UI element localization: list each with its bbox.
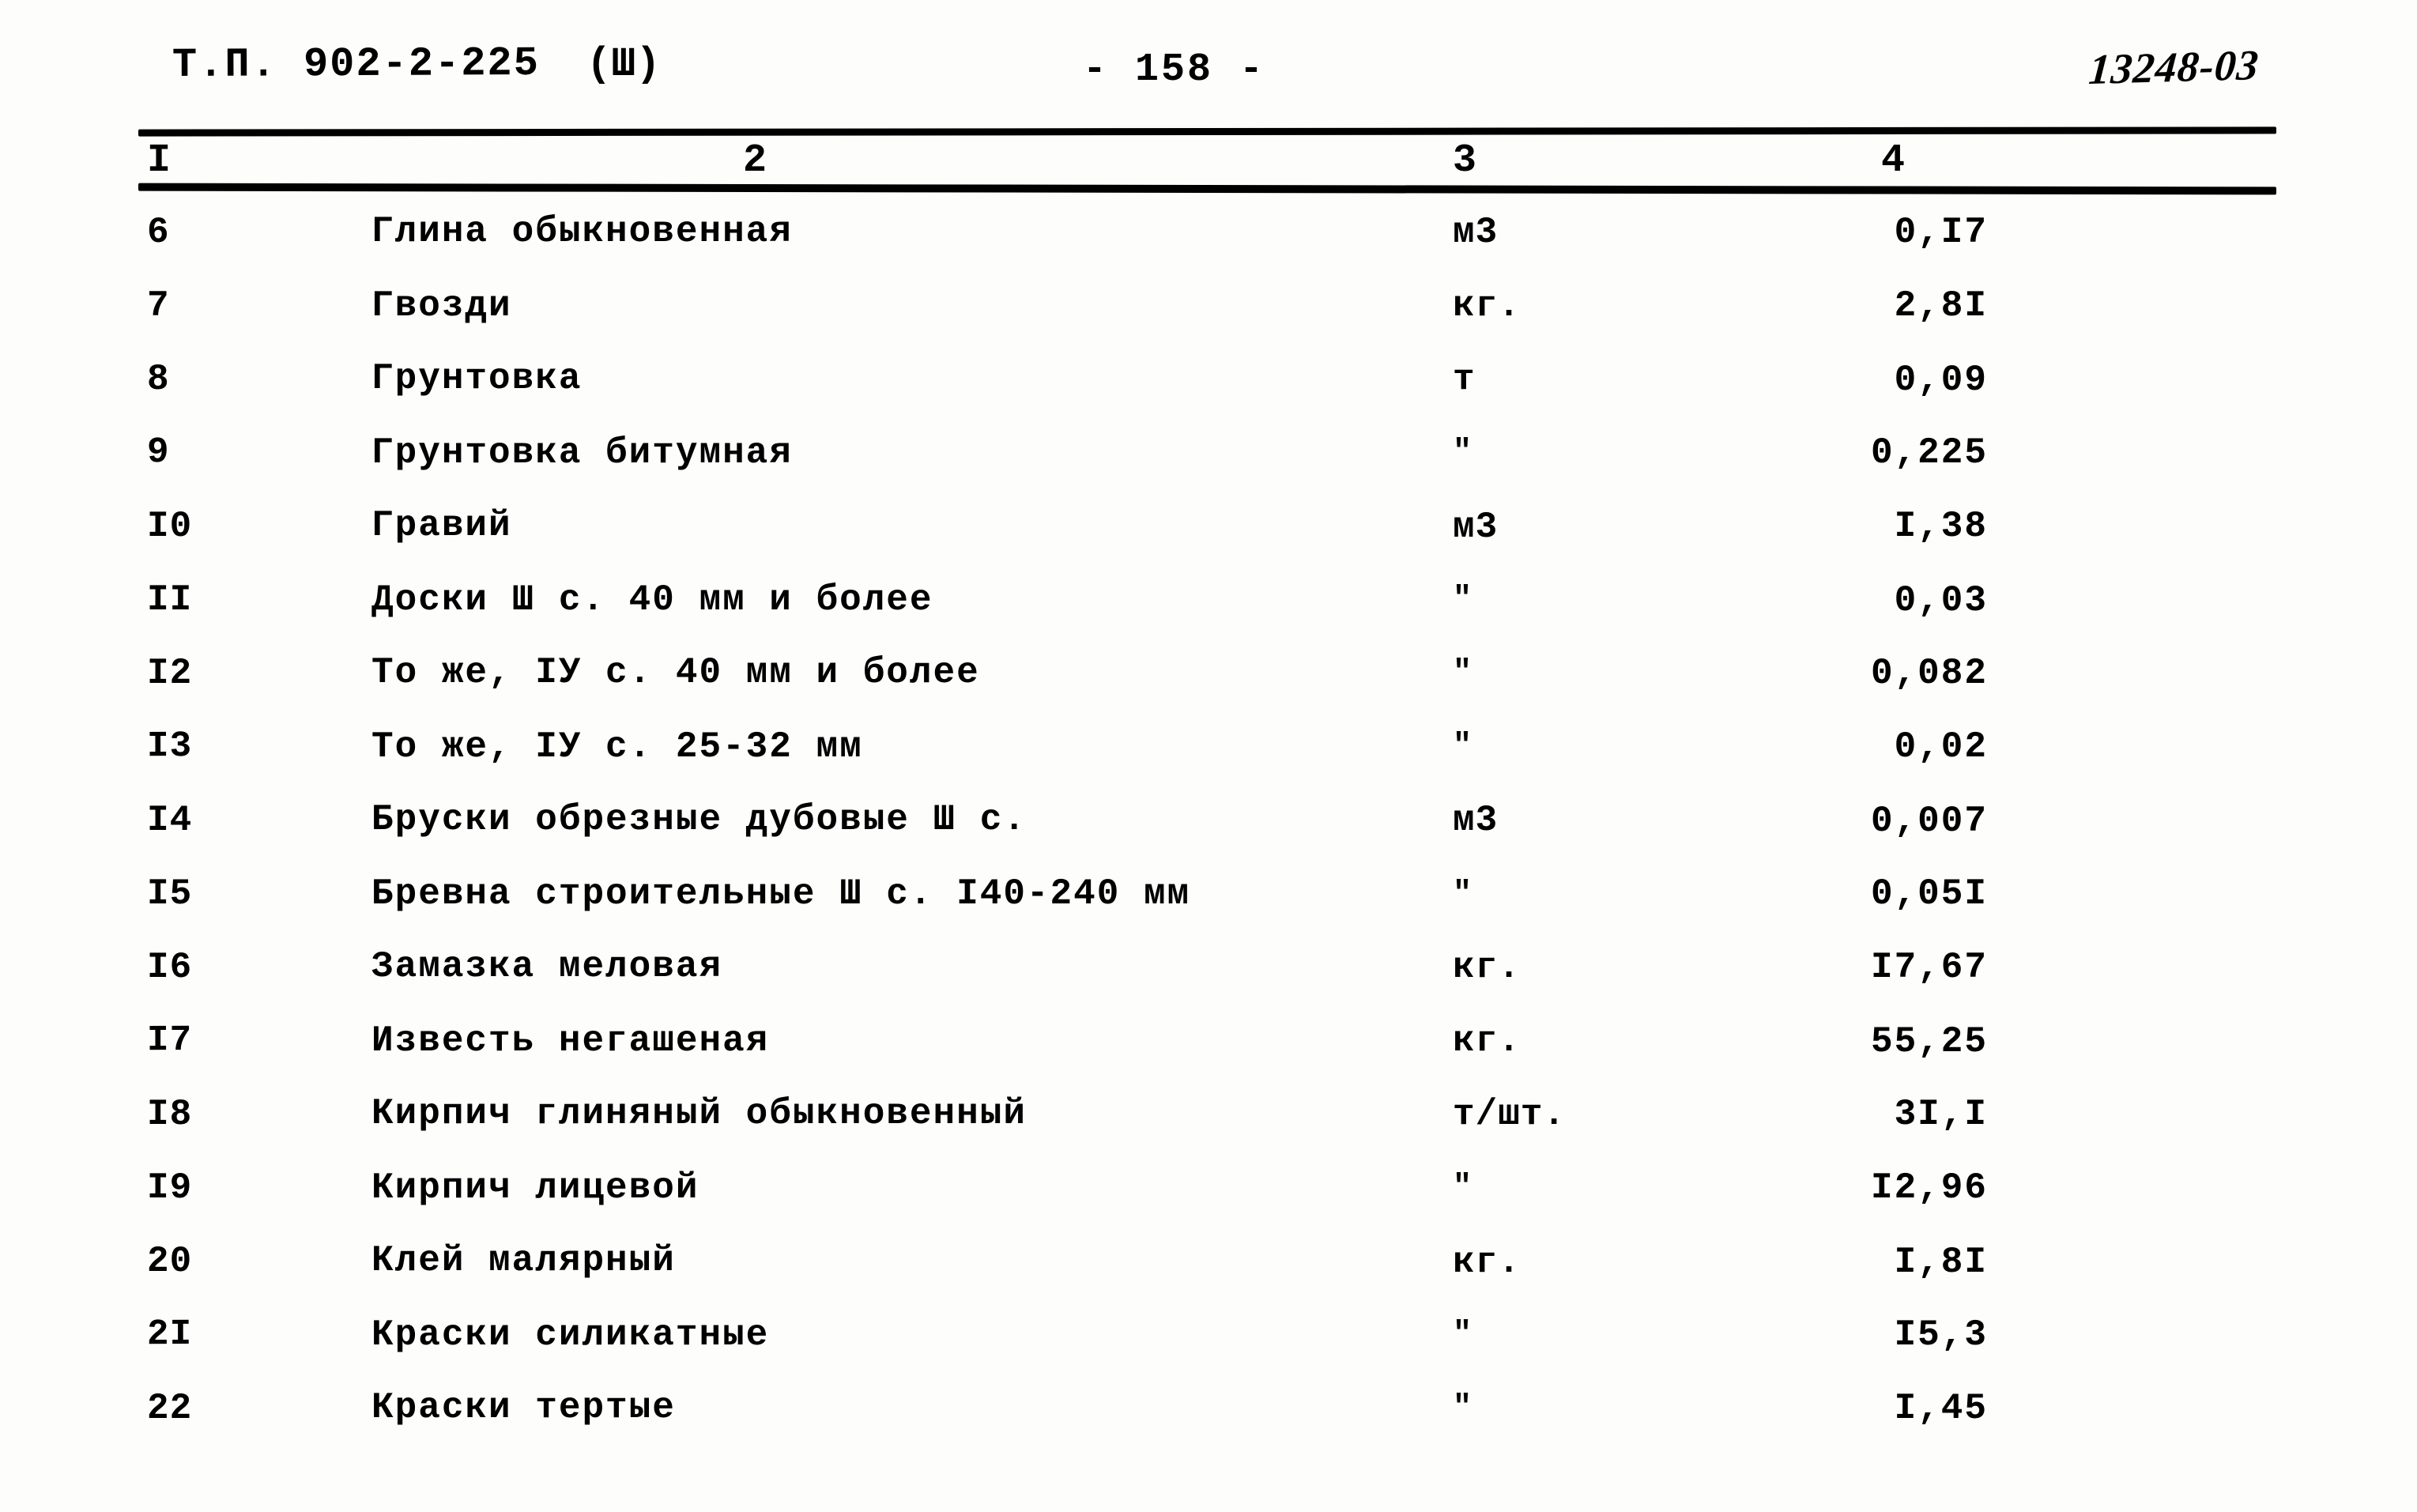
material-name: Кирпич глиняный обыкновенный: [371, 1093, 1027, 1134]
material-name: Гвозди: [371, 285, 512, 326]
column-header-4: 4: [1881, 138, 1906, 183]
row-number: 8: [147, 359, 170, 400]
row-number: 6: [147, 212, 170, 253]
unit-of-measure: ": [1453, 655, 1473, 691]
document-code: Т.П. 902-2-225: [172, 40, 541, 89]
quantity-value: 3I,I: [1894, 1094, 1988, 1135]
quantity-value: I5,3: [1894, 1314, 1988, 1356]
material-name: То же, IУ с. 25-32 мм: [371, 726, 863, 767]
quantity-value: 0,007: [1870, 801, 1988, 842]
material-name: То же, IУ с. 40 мм и более: [371, 652, 980, 693]
table-row: I2 То же, IУ с. 40 мм и более " 0,082: [0, 652, 2417, 726]
row-number: I4: [147, 800, 193, 841]
material-name: Клей малярный: [371, 1240, 676, 1281]
table-row: I6 Замазка меловая кг. I7,67: [0, 946, 2417, 1020]
quantity-value: 0,09: [1894, 360, 1988, 401]
quantity-value: I7,67: [1870, 947, 1988, 988]
quantity-value: I,38: [1894, 506, 1988, 547]
quantity-value: 0,05I: [1870, 873, 1988, 914]
unit-of-measure: ": [1453, 435, 1473, 470]
material-name: Глина обыкновенная: [371, 211, 793, 252]
row-number: I3: [146, 726, 193, 767]
row-number: 7: [147, 285, 170, 326]
table-row: I7 Известь негашеная кг. 55,25: [0, 1020, 2417, 1094]
quantity-value: 0,03: [1894, 580, 1988, 621]
unit-of-measure: т/шт.: [1453, 1094, 1567, 1135]
unit-of-measure: ": [1453, 1317, 1473, 1352]
unit-of-measure: ": [1453, 1390, 1473, 1426]
row-number: I9: [147, 1167, 193, 1208]
archive-code: 13248-03: [2087, 40, 2261, 94]
unit-of-measure: м3: [1453, 800, 1499, 841]
table-body: 6 Глина обыкновенная м3 0,I7 7 Гвозди кг. 2,8I 8…: [0, 211, 2417, 1461]
table-row: 7 Гвозди кг. 2,8I: [0, 285, 2417, 359]
row-number: II: [147, 579, 193, 620]
unit-of-measure: м3: [1453, 212, 1499, 253]
table-row: 9 Грунтовка битумная " 0,225: [0, 432, 2417, 506]
table-row: I0 Гравий м3 I,38: [0, 505, 2417, 579]
page-number: - 158 -: [1083, 47, 1266, 92]
material-name: Доски Ш с. 40 мм и более: [371, 579, 933, 620]
revision-mark: (Ш): [586, 41, 661, 88]
material-name: Замазка меловая: [371, 946, 723, 987]
unit-of-measure: кг.: [1453, 947, 1521, 988]
table-row: I3 То же, IУ с. 25-32 мм " 0,02: [0, 726, 2417, 800]
row-number: 20: [147, 1241, 193, 1282]
material-name: Известь негашеная: [371, 1020, 770, 1061]
material-name: Грунтовка битумная: [371, 432, 793, 473]
quantity-value: 0,082: [1870, 653, 1988, 694]
quantity-value: 0,225: [1870, 432, 1988, 473]
table-row: 2I Краски силикатные " I5,3: [0, 1314, 2417, 1388]
quantity-value: I,8I: [1894, 1242, 1988, 1283]
quantity-value: 0,02: [1894, 726, 1988, 767]
table-row: I4 Бруски обрезные дубовые Ш с. м3 0,007: [0, 799, 2417, 873]
row-number: I2: [147, 653, 193, 694]
material-name: Кирпич лицевой: [371, 1167, 699, 1208]
document-page: Т.П. 902-2-225 (Ш) - 158 - 13248-03 I 2 …: [0, 0, 2417, 1512]
unit-of-measure: м3: [1453, 507, 1499, 548]
quantity-value: 2,8I: [1894, 285, 1988, 326]
unit-of-measure: ": [1453, 582, 1473, 617]
material-name: Краски силикатные: [371, 1314, 770, 1356]
unit-of-measure: ": [1453, 1170, 1473, 1205]
table-header-rule: [138, 183, 2277, 195]
row-number: 2I: [146, 1314, 193, 1356]
row-number: I6: [147, 947, 193, 988]
material-name: Краски тертые: [371, 1387, 676, 1428]
table-row: I9 Кирпич лицевой " I2,96: [0, 1167, 2417, 1241]
unit-of-measure: т: [1453, 359, 1476, 400]
unit-of-measure: кг.: [1453, 1020, 1521, 1061]
unit-of-measure: ": [1453, 877, 1473, 912]
material-name: Гравий: [371, 505, 512, 546]
table-row: 6 Глина обыкновенная м3 0,I7: [0, 211, 2417, 285]
material-name: Грунтовка: [371, 358, 583, 399]
table-row: 22 Краски тертые " I,45: [0, 1387, 2417, 1461]
running-header: Т.П. 902-2-225 (Ш) - 158 - 13248-03: [0, 40, 2417, 109]
quantity-value: 55,25: [1870, 1021, 1988, 1062]
column-header-1: I: [147, 138, 172, 183]
row-number: I7: [146, 1020, 193, 1061]
table-row: 8 Грунтовка т 0,09: [0, 358, 2417, 432]
row-number: 9: [146, 432, 170, 473]
quantity-value: 0,I7: [1894, 212, 1988, 253]
column-header-3: 3: [1453, 138, 1477, 183]
row-number: I8: [147, 1094, 193, 1135]
row-number: 22: [147, 1388, 193, 1429]
unit-of-measure: ": [1453, 729, 1473, 764]
material-name: Бревна строительные Ш с. I40-240 мм: [371, 873, 1191, 914]
table-row: I8 Кирпич глиняный обыкновенный т/шт. 3I,I: [0, 1093, 2417, 1167]
table-top-rule: [138, 126, 2277, 137]
unit-of-measure: кг.: [1453, 1242, 1521, 1283]
table-row: II Доски Ш с. 40 мм и более " 0,03: [0, 579, 2417, 653]
material-name: Бруски обрезные дубовые Ш с.: [371, 799, 1027, 840]
row-number: I5: [147, 873, 193, 914]
column-header-2: 2: [743, 138, 767, 183]
quantity-value: I2,96: [1870, 1167, 1988, 1208]
row-number: I0: [147, 506, 193, 547]
quantity-value: I,45: [1894, 1388, 1988, 1429]
table-row: 20 Клей малярный кг. I,8I: [0, 1240, 2417, 1314]
table-row: I5 Бревна строительные Ш с. I40-240 мм " 0,…: [0, 873, 2417, 947]
unit-of-measure: кг.: [1453, 285, 1521, 326]
